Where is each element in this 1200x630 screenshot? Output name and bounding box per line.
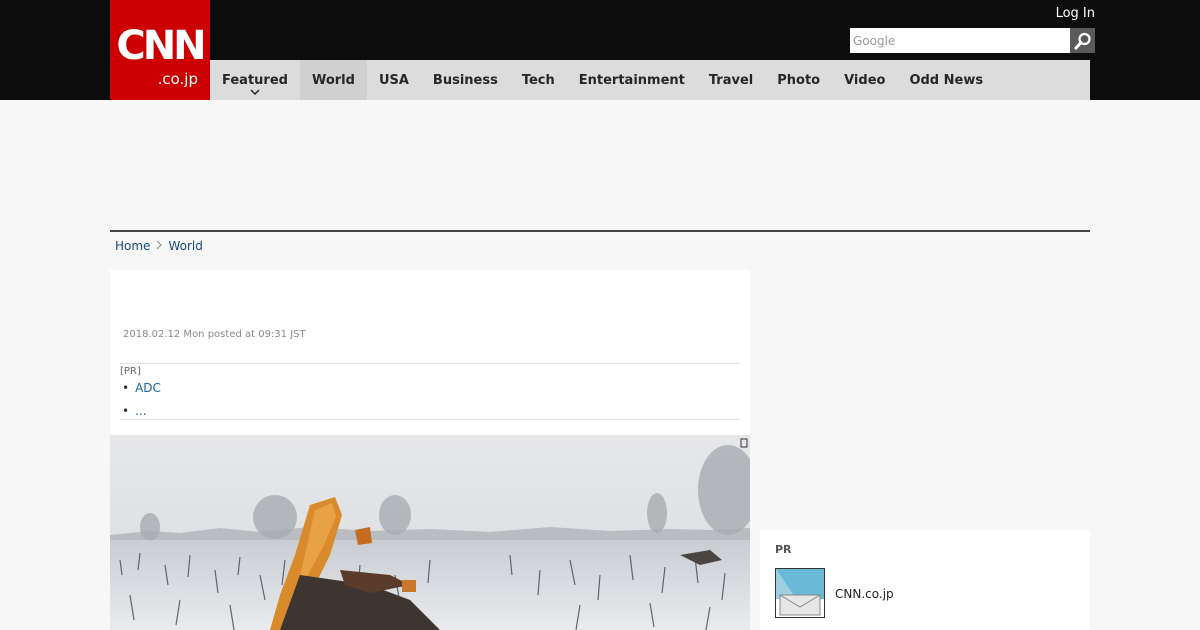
nav-item-travel[interactable]: Travel — [697, 60, 765, 100]
nav-label: Entertainment — [578, 72, 685, 88]
nav-label: Travel — [708, 72, 754, 88]
mail-envelope-icon — [776, 569, 824, 617]
nav-label: Tech — [521, 72, 555, 88]
photo-credit-icon — [740, 438, 748, 450]
logo-domain: .co.jp — [157, 70, 198, 88]
nav-label: Photo — [777, 72, 821, 88]
article-card: 2018.02.12 Mon posted at 09:31 JST [PR] … — [110, 270, 750, 435]
nav-item-world[interactable]: World — [299, 60, 367, 100]
nav-label: Odd News — [909, 72, 984, 88]
search-icon — [1074, 32, 1091, 49]
nav-label: Video — [844, 72, 886, 88]
crash-wreckage-snow-photo — [110, 435, 750, 630]
nav-item-tech[interactable]: Tech — [510, 60, 567, 100]
pr-link[interactable]: ... — [135, 404, 146, 418]
bullet-icon: • — [122, 404, 130, 418]
search-button[interactable] — [1070, 28, 1095, 53]
nav-label: USA — [378, 72, 409, 88]
cnn-logo[interactable]: CNN .co.jp — [110, 0, 210, 100]
sidebar-pr-box: PR CNN.co.jp — [760, 530, 1090, 630]
article-photo — [110, 435, 750, 630]
nav-item-business[interactable]: Business — [421, 60, 510, 100]
posted-timestamp: 2018.02.12 Mon posted at 09:31 JST — [123, 329, 306, 340]
nav-item-featured[interactable]: Featured — [210, 60, 300, 100]
pr-link[interactable]: ADC — [135, 381, 161, 395]
bullet-icon: • — [122, 381, 130, 395]
list-item: • ADC — [122, 381, 161, 396]
pr-label: [PR] — [120, 366, 141, 377]
nav-label: World — [311, 72, 355, 88]
site-header: CNN .co.jp Log In Featured World USA Bus… — [0, 0, 1200, 100]
pr-item-link[interactable]: CNN.co.jp — [835, 587, 894, 601]
pr-links-block: [PR] • ADC •... — [120, 363, 740, 420]
section-divider — [110, 230, 1090, 232]
breadcrumb-home[interactable]: Home — [115, 239, 150, 253]
nav-label: Featured — [222, 72, 288, 88]
nav-item-photo[interactable]: Photo — [765, 60, 832, 100]
nav-item-video[interactable]: Video — [832, 60, 897, 100]
chevron-down-icon — [210, 89, 300, 98]
nav-item-usa[interactable]: USA — [367, 60, 421, 100]
nav-item-entertainment[interactable]: Entertainment — [567, 60, 697, 100]
pr-thumbnail[interactable] — [775, 568, 825, 618]
logo-text: CNN — [116, 23, 206, 69]
main-nav: Featured World USA Business Tech Enterta… — [210, 60, 1090, 100]
sidebar-pr-title: PR — [775, 543, 792, 556]
breadcrumb-world[interactable]: World — [168, 239, 202, 253]
nav-label: Business — [432, 72, 498, 88]
nav-item-odd-news[interactable]: Odd News — [897, 60, 995, 100]
search-input[interactable] — [850, 28, 1070, 53]
login-link[interactable]: Log In — [1040, 6, 1095, 22]
breadcrumb: Home World — [115, 238, 203, 254]
list-item: •... — [122, 404, 147, 419]
chevron-right-icon — [156, 239, 163, 253]
